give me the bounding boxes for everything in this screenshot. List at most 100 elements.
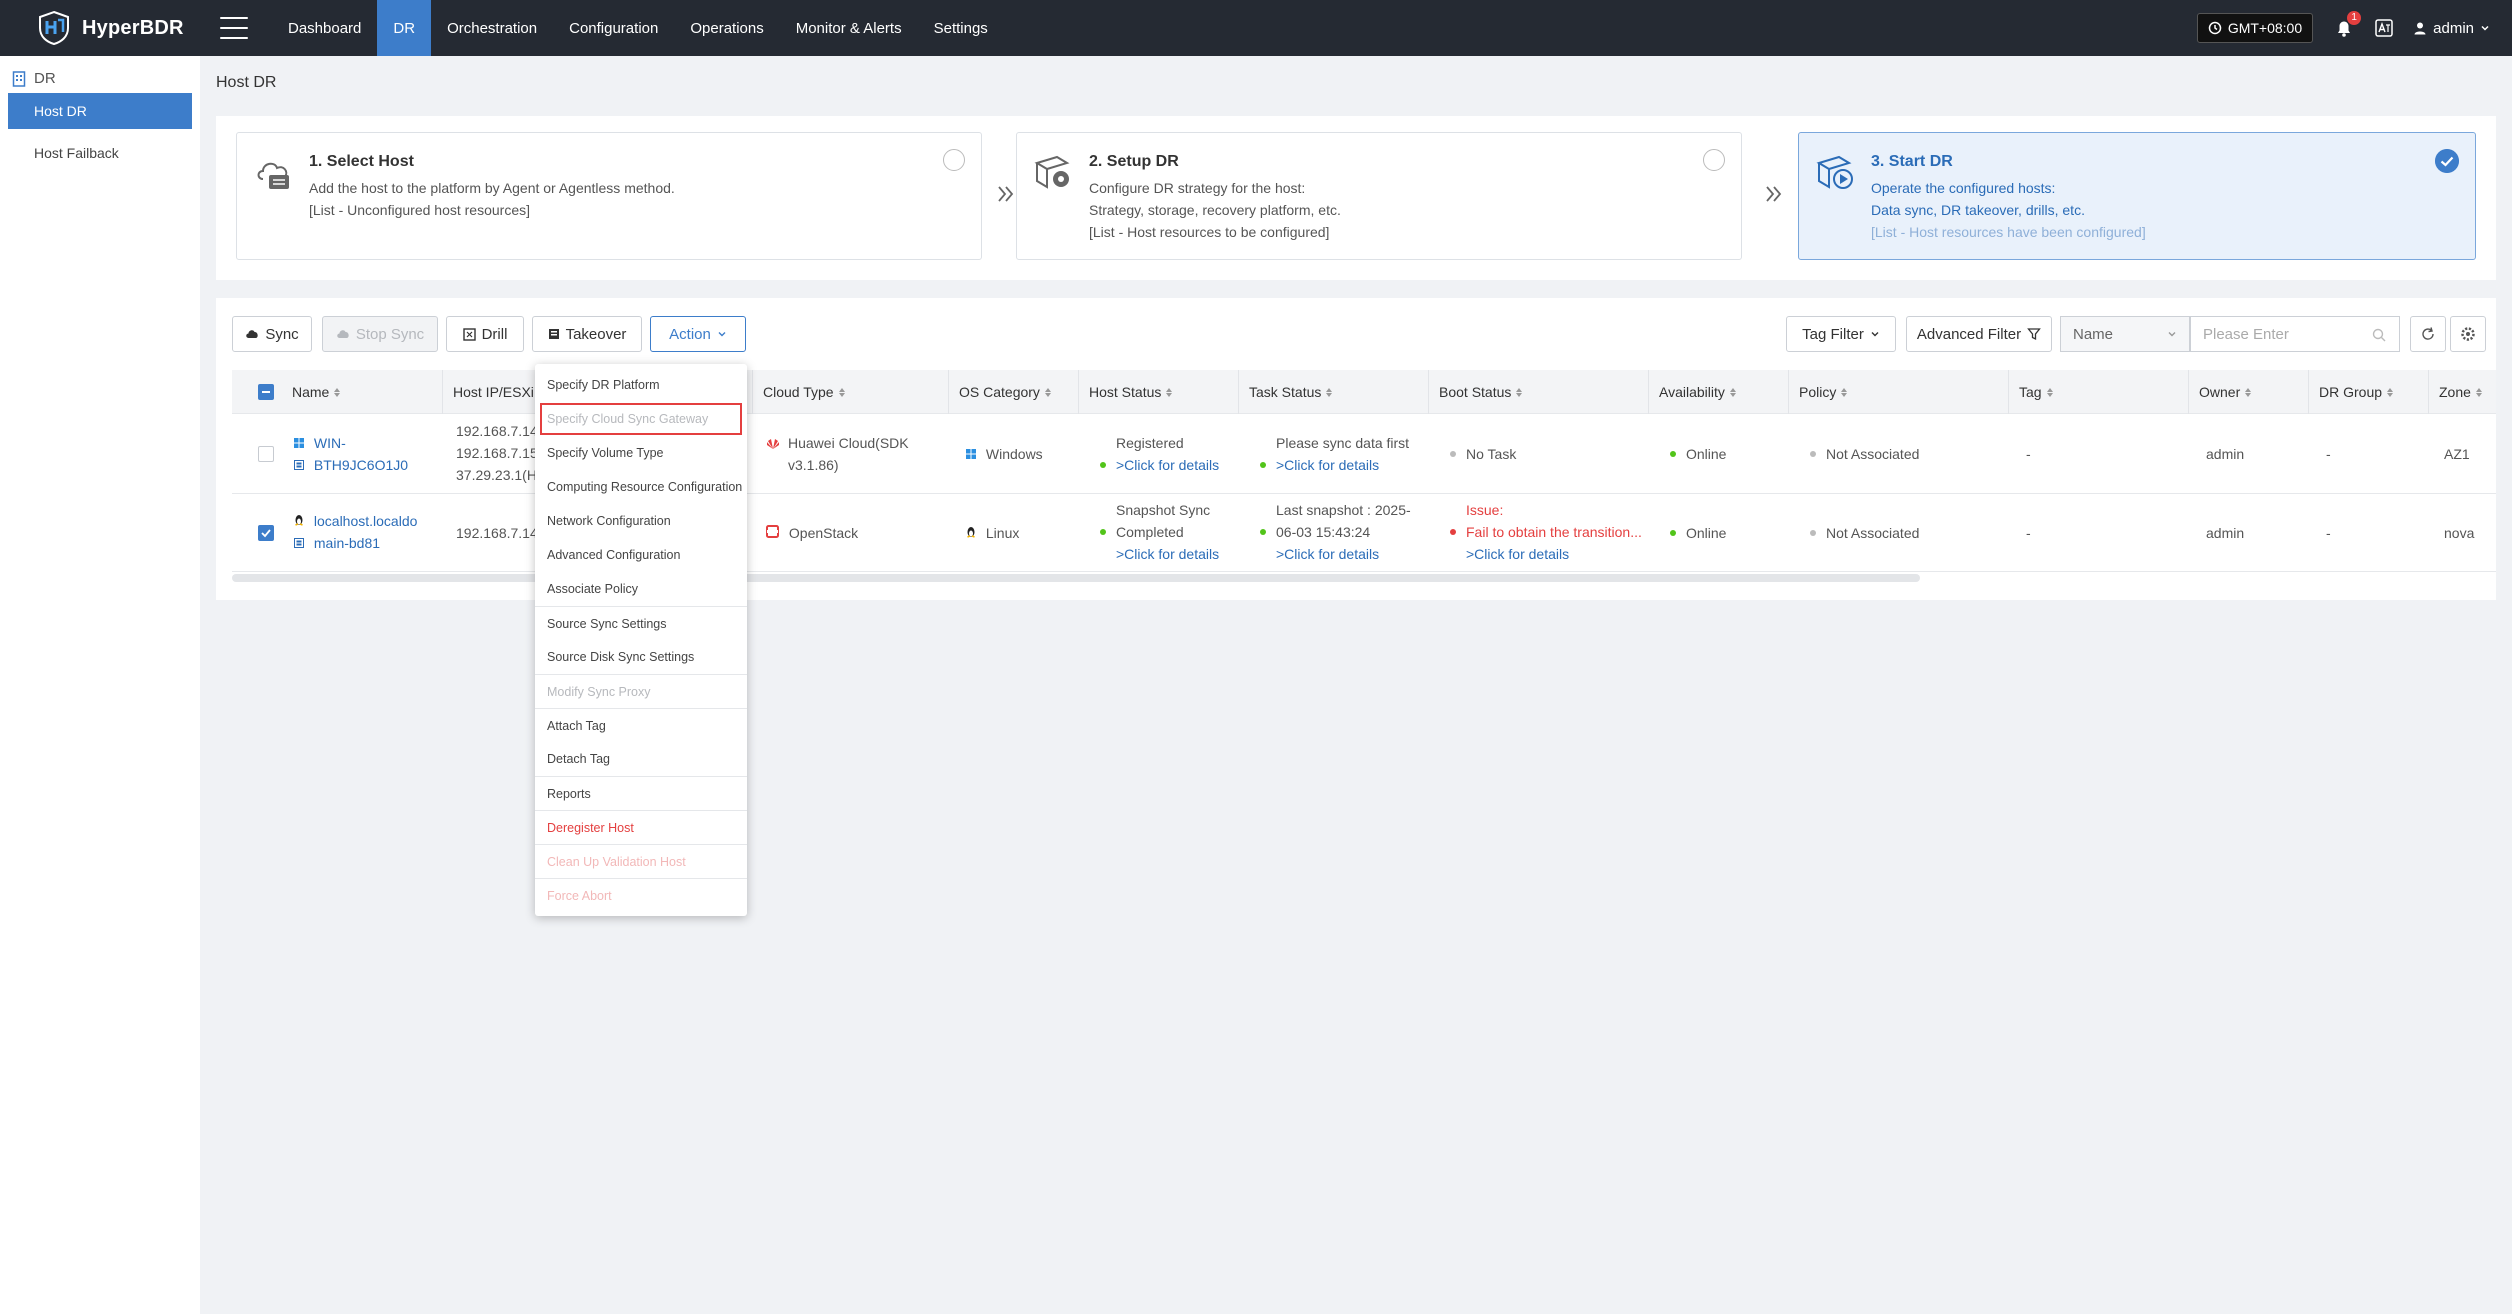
- step-radio[interactable]: [943, 149, 965, 171]
- menu-item-modify-sync-proxy[interactable]: Modify Sync Proxy: [535, 674, 747, 708]
- host-name-link[interactable]: main-bd81: [314, 535, 380, 551]
- menu-item-clean-up-validation-host[interactable]: Clean Up Validation Host: [535, 844, 747, 878]
- page-title: Host DR: [216, 74, 277, 91]
- step-desc: [List - Host resources have been configu…: [1871, 224, 2146, 240]
- menu-item-specify-volume-type[interactable]: Specify Volume Type: [535, 436, 747, 470]
- action-dropdown-button[interactable]: Action: [650, 316, 746, 352]
- task-status-cell: Last snapshot : 2025- 06-03 15:43:24 >Cl…: [1260, 499, 1411, 565]
- task-status-details-link[interactable]: >Click for details: [1276, 546, 1379, 562]
- menu-item-attach-tag[interactable]: Attach Tag: [535, 708, 747, 742]
- nav-operations[interactable]: Operations: [674, 0, 779, 56]
- os-cell: Linux: [966, 522, 1019, 544]
- menu-item-source-disk-sync-settings[interactable]: Source Disk Sync Settings: [535, 640, 747, 674]
- step-title: 1. Select Host: [309, 153, 414, 170]
- menu-item-force-abort[interactable]: Force Abort: [535, 878, 747, 912]
- select-all-checkbox[interactable]: [258, 384, 274, 400]
- column-settings-button[interactable]: [2450, 316, 2486, 352]
- cloud-server-icon: [257, 162, 289, 189]
- language-icon[interactable]: [2375, 19, 2393, 37]
- nav-settings[interactable]: Settings: [918, 0, 1004, 56]
- advanced-filter-button[interactable]: Advanced Filter: [1906, 316, 2052, 352]
- host-name-link[interactable]: BTH9JC6O1J0: [314, 457, 408, 473]
- menu-item-detach-tag[interactable]: Detach Tag: [535, 742, 747, 776]
- column-header-name[interactable]: Name: [282, 370, 442, 414]
- sync-button[interactable]: Sync: [232, 316, 312, 352]
- step-select-host[interactable]: 1. Select Host Add the host to the platf…: [236, 132, 982, 260]
- column-header-availability[interactable]: Availability: [1648, 370, 1788, 414]
- search-icon[interactable]: [2372, 328, 2386, 342]
- alerts-badge: 1: [2347, 11, 2362, 25]
- stop-sync-button[interactable]: Stop Sync: [322, 316, 438, 352]
- menu-item-advanced-configuration[interactable]: Advanced Configuration: [535, 538, 747, 572]
- windows-icon: [294, 438, 304, 448]
- column-header-cloud-type[interactable]: Cloud Type: [752, 370, 948, 414]
- tag-filter-button[interactable]: Tag Filter: [1786, 316, 1896, 352]
- sync-label: Sync: [265, 325, 299, 343]
- boot-status-cell: Issue: Fail to obtain the transition... …: [1450, 499, 1642, 565]
- horizontal-scrollbar[interactable]: [232, 574, 1920, 582]
- column-header-task-status[interactable]: Task Status: [1238, 370, 1428, 414]
- chevron-down-icon: [718, 332, 726, 337]
- host-name-link[interactable]: localhost.localdo: [314, 513, 418, 529]
- check-circle-icon[interactable]: [2435, 149, 2459, 173]
- timezone-button[interactable]: GMT+08:00: [2196, 13, 2314, 43]
- host-name-link[interactable]: WIN-: [314, 435, 346, 451]
- advanced-filter-label: Advanced Filter: [1916, 325, 2022, 343]
- step-radio[interactable]: [1703, 149, 1725, 171]
- menu-item-computing-resource-configuration[interactable]: Computing Resource Configuration: [535, 470, 747, 504]
- column-header-boot-status[interactable]: Boot Status: [1428, 370, 1648, 414]
- drill-button[interactable]: Drill: [446, 316, 524, 352]
- sidebar-title: DR: [34, 70, 56, 87]
- row-checkbox[interactable]: [258, 525, 274, 541]
- search-field-label: Name: [2073, 325, 2114, 343]
- nav-configuration[interactable]: Configuration: [553, 0, 674, 56]
- row-checkbox[interactable]: [258, 446, 274, 462]
- user-menu[interactable]: admin: [2413, 20, 2490, 37]
- column-header-tag[interactable]: Tag: [2008, 370, 2188, 414]
- menu-item-associate-policy[interactable]: Associate Policy: [535, 572, 747, 606]
- task-status-details-link[interactable]: >Click for details: [1276, 457, 1379, 473]
- column-header-dr-group[interactable]: DR Group: [2308, 370, 2428, 414]
- search-input[interactable]: [2190, 316, 2400, 352]
- menu-item-reports[interactable]: Reports: [535, 776, 747, 810]
- host-status-details-link[interactable]: >Click for details: [1116, 546, 1219, 562]
- menu-item-source-sync-settings[interactable]: Source Sync Settings: [535, 606, 747, 640]
- column-header-os-category[interactable]: OS Category: [948, 370, 1078, 414]
- nav-monitor-alerts[interactable]: Monitor & Alerts: [780, 0, 918, 56]
- host-name-cell[interactable]: localhost.localdo main-bd81: [294, 510, 417, 554]
- nav-orchestration[interactable]: Orchestration: [431, 0, 553, 56]
- menu-item-specify-dr-platform[interactable]: Specify DR Platform: [535, 368, 747, 402]
- host-name-cell[interactable]: WIN- BTH9JC6O1J0: [294, 432, 408, 476]
- refresh-button[interactable]: [2410, 316, 2446, 352]
- step-title: 2. Setup DR: [1089, 153, 1179, 170]
- column-header-owner[interactable]: Owner: [2188, 370, 2308, 414]
- menu-toggle-icon[interactable]: [220, 17, 248, 39]
- takeover-button[interactable]: Takeover: [532, 316, 642, 352]
- step-setup-dr[interactable]: 2. Setup DR Configure DR strategy for th…: [1016, 132, 1742, 260]
- drill-icon: [462, 327, 476, 341]
- brand[interactable]: HyperBDR: [0, 10, 210, 46]
- cloud-type-cell: OpenStack: [766, 522, 858, 544]
- column-header-policy[interactable]: Policy: [1788, 370, 2008, 414]
- owner-cell: admin: [2206, 525, 2245, 541]
- sidebar-item-host-failback[interactable]: Host Failback: [8, 135, 192, 171]
- nav-dashboard[interactable]: Dashboard: [272, 0, 377, 56]
- host-status-details-link[interactable]: >Click for details: [1116, 457, 1219, 473]
- nav-dr[interactable]: DR: [377, 0, 432, 56]
- action-label: Action: [669, 325, 711, 343]
- search-field-select[interactable]: Name: [2060, 316, 2190, 352]
- step-start-dr[interactable]: 3. Start DR Operate the configured hosts…: [1798, 132, 2476, 260]
- boot-status-details-link[interactable]: >Click for details: [1466, 546, 1569, 562]
- zone-cell: AZ1: [2444, 446, 2470, 462]
- dr-group-cell: -: [2326, 446, 2331, 462]
- column-header-host-status[interactable]: Host Status: [1078, 370, 1238, 414]
- menu-item-deregister-host[interactable]: Deregister Host: [535, 810, 747, 844]
- takeover-icon: [548, 329, 559, 339]
- menu-item-specify-cloud-sync-gateway[interactable]: Specify Cloud Sync Gateway: [539, 402, 743, 436]
- step-desc: Configure DR strategy for the host:: [1089, 180, 1306, 196]
- menu-item-network-configuration[interactable]: Network Configuration: [535, 504, 747, 538]
- sidebar-item-host-dr[interactable]: Host DR: [8, 93, 192, 129]
- alerts-button[interactable]: 1: [2333, 11, 2362, 39]
- timezone-label: GMT+08:00: [2227, 20, 2303, 36]
- column-header-zone[interactable]: Zone: [2428, 370, 2496, 414]
